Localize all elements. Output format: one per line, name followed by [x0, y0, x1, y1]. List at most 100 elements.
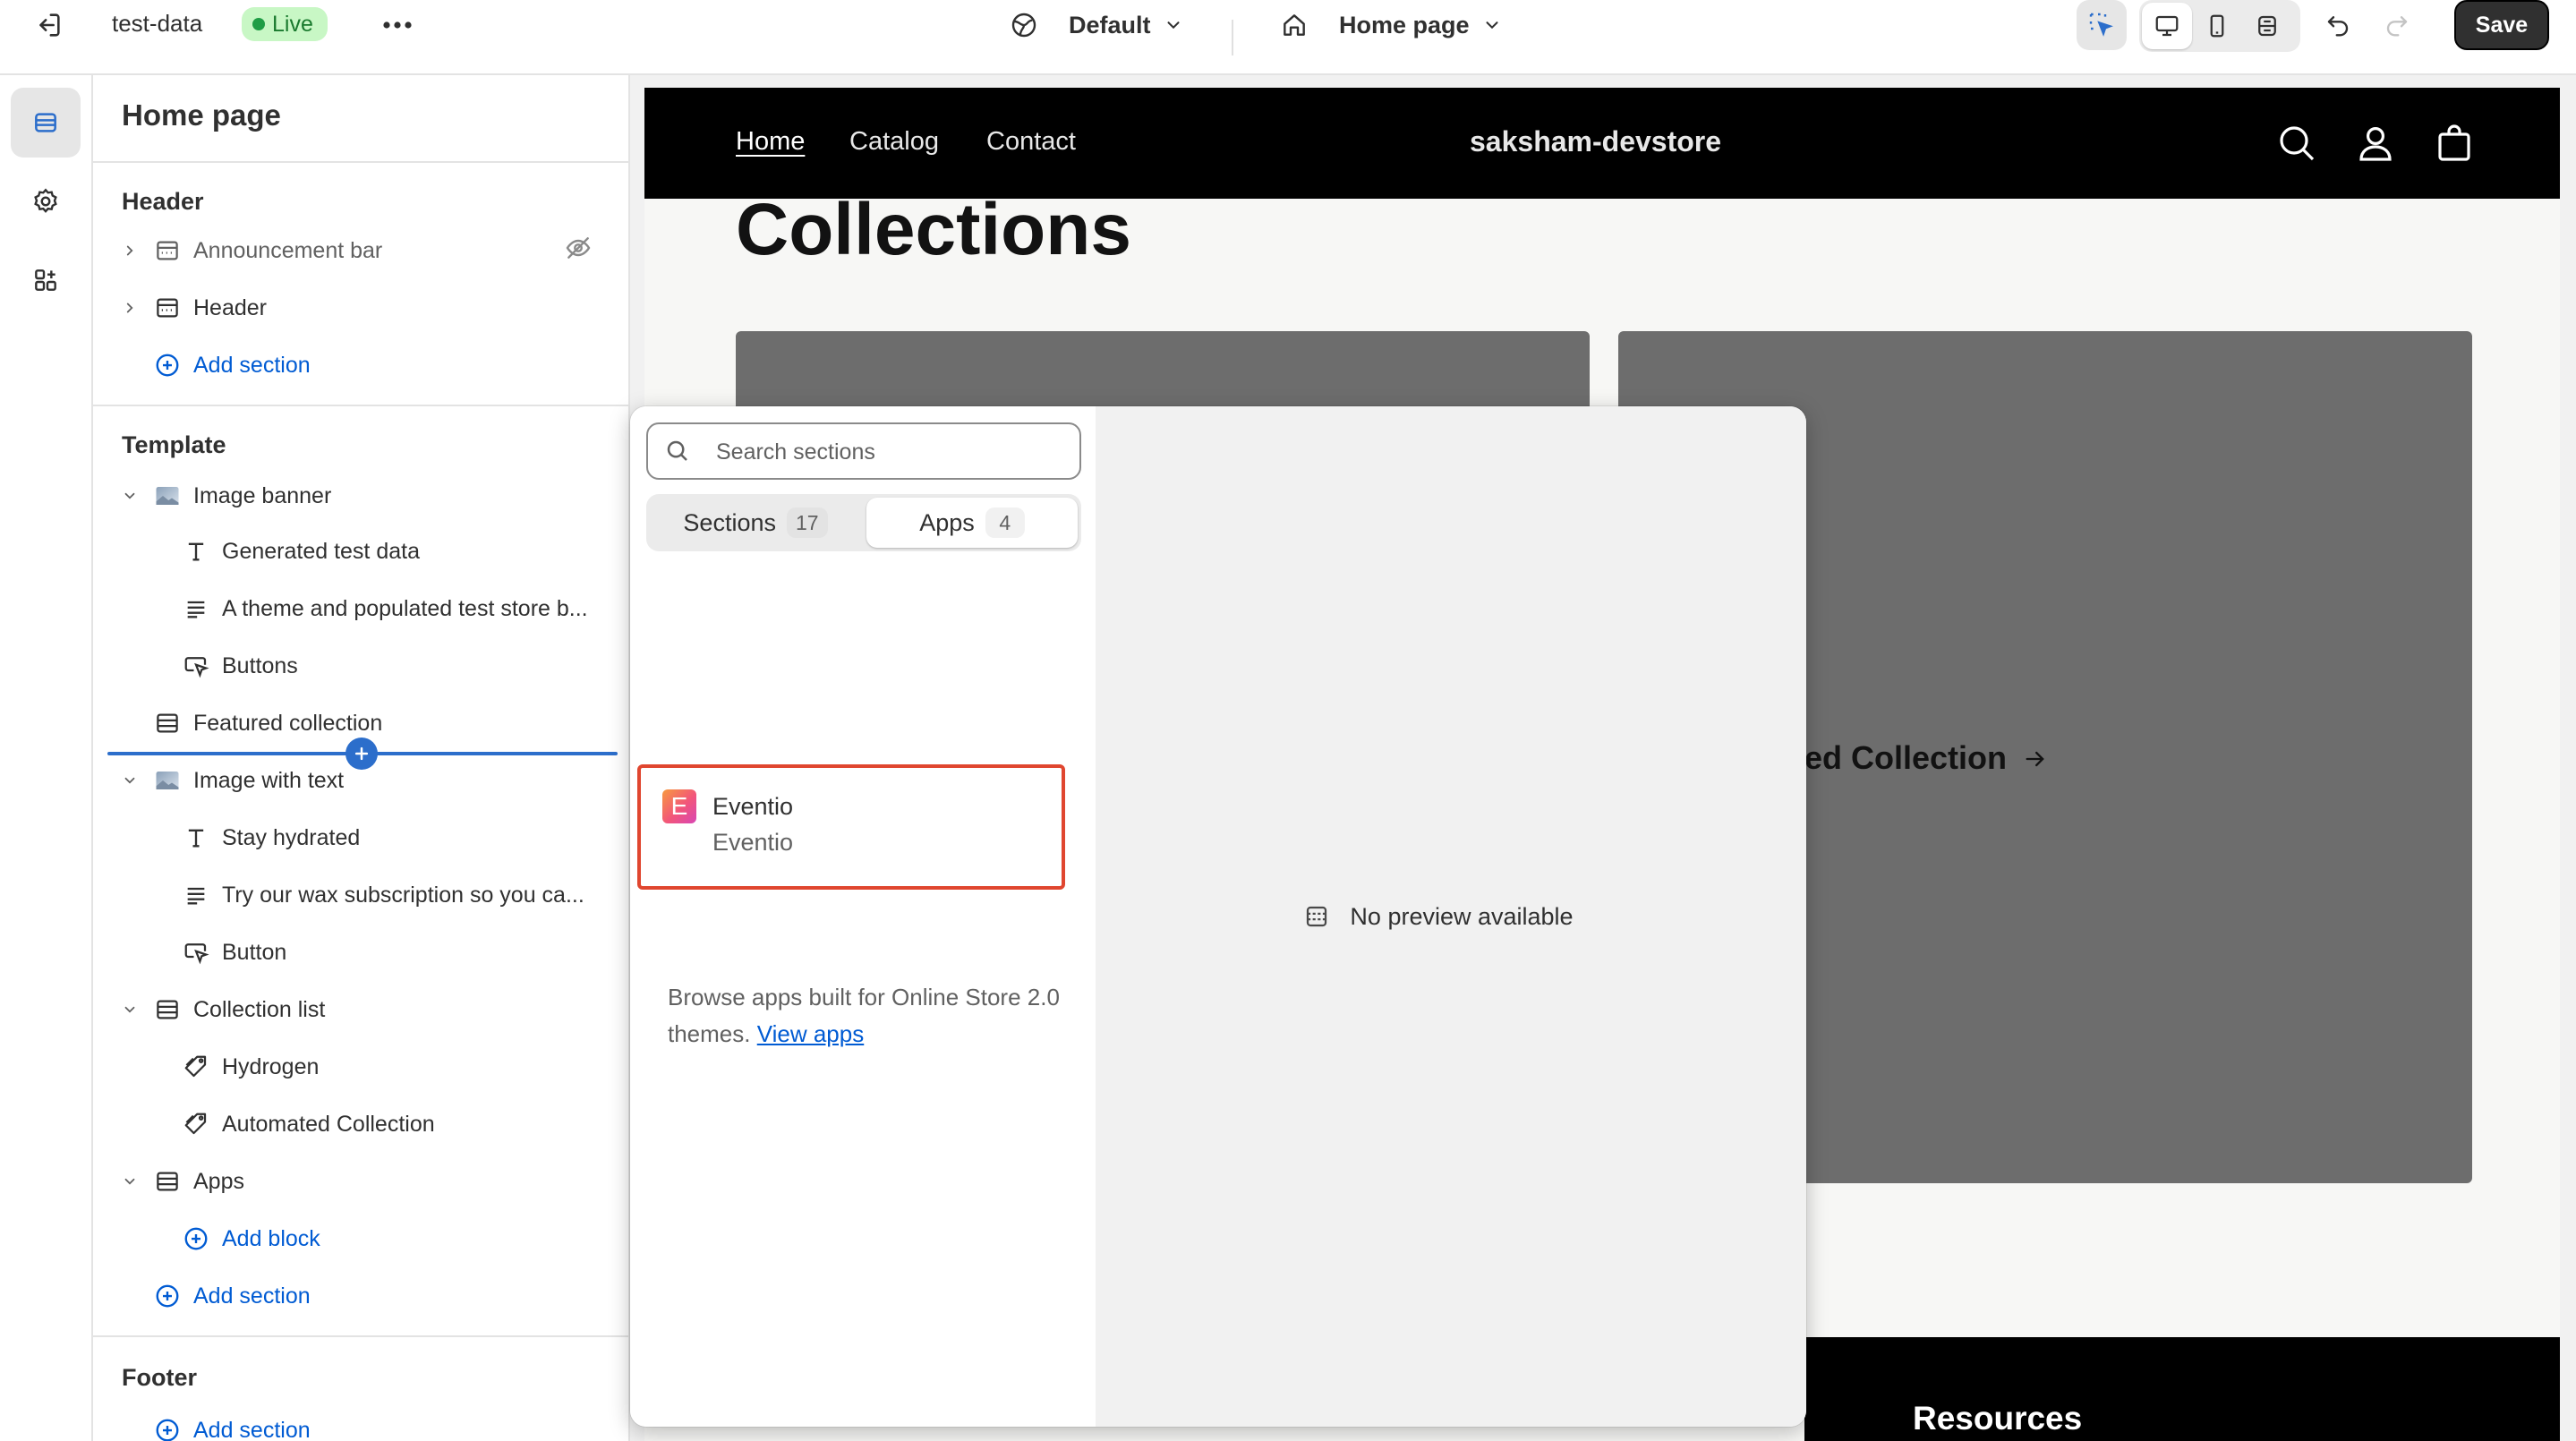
- browse-apps-text: Browse apps built for Online Store 2.0 t…: [668, 979, 1070, 1053]
- add-section-footer-button[interactable]: Add section: [93, 1405, 628, 1441]
- sidebar-divider: [93, 1335, 628, 1337]
- add-block-label: Add block: [222, 1225, 320, 1251]
- page-dropdown[interactable]: Home page: [1280, 7, 1502, 43]
- exit-button[interactable]: [23, 0, 73, 50]
- block-label: Hydrogen: [222, 1053, 320, 1079]
- sidebar-item-apps[interactable]: Apps: [93, 1156, 628, 1207]
- nav-link-contact[interactable]: Contact: [986, 127, 1076, 157]
- sidebar-item-image-with-text[interactable]: Image with text: [93, 755, 628, 806]
- block-item-text[interactable]: Try our wax subscription so you ca...: [93, 870, 628, 920]
- chevron-down-icon[interactable]: [120, 1172, 140, 1191]
- eventio-logo-icon: E: [662, 789, 696, 823]
- search-sections-field[interactable]: [646, 422, 1081, 480]
- header-group-heading: Header: [122, 188, 204, 215]
- tab-label: Apps: [919, 508, 975, 536]
- chevron-down-icon[interactable]: [120, 486, 140, 506]
- nav-link-catalog[interactable]: Catalog: [849, 127, 939, 157]
- home-icon: [1284, 14, 1305, 36]
- view-apps-link[interactable]: View apps: [757, 1020, 865, 1047]
- sections-sidebar: Home page Header Announcement bar Header…: [93, 75, 630, 1441]
- plus-circle-icon: [181, 1224, 211, 1254]
- inspector-toggle-button[interactable]: [2077, 0, 2127, 50]
- search-icon: [667, 440, 687, 461]
- sidebar-item-header[interactable]: Header: [93, 283, 628, 333]
- block-item-text[interactable]: A theme and populated test store b...: [93, 584, 628, 634]
- apps-icon: [35, 269, 56, 291]
- globe-icon: [1011, 13, 1036, 38]
- nav-link-home[interactable]: Home: [736, 127, 805, 157]
- undo-button[interactable]: [2313, 0, 2363, 50]
- arrow-right-icon: [2026, 751, 2044, 767]
- desktop-view-button[interactable]: [2142, 3, 2192, 49]
- save-button[interactable]: Save: [2454, 0, 2549, 50]
- block-item-collection[interactable]: Automated Collection: [93, 1099, 628, 1149]
- block-item-buttons[interactable]: Buttons: [93, 641, 628, 691]
- sections-nav-button[interactable]: [11, 88, 81, 158]
- add-section-label: Add section: [193, 352, 311, 378]
- collection-card-label[interactable]: ed Collection: [1804, 739, 2048, 777]
- block-item-heading[interactable]: Generated test data: [93, 526, 628, 576]
- block-item-collection[interactable]: Hydrogen: [93, 1042, 628, 1092]
- top-bar: test-data Live Default Home page Save: [0, 0, 2576, 75]
- add-block-button[interactable]: Add block: [93, 1214, 628, 1264]
- chevron-right-icon[interactable]: [120, 298, 140, 318]
- theme-editor: test-data Live Default Home page Save Ho…: [0, 0, 2576, 1441]
- sidebar-item-image-banner[interactable]: Image banner: [93, 471, 628, 521]
- button-cursor-icon: [181, 651, 211, 681]
- fullscreen-view-button[interactable]: [2242, 3, 2292, 49]
- store-logo[interactable]: saksham-devstore: [1470, 125, 1721, 158]
- chevron-down-icon: [1167, 21, 1180, 30]
- redo-button[interactable]: [2372, 0, 2422, 50]
- plus-circle-icon: [152, 1415, 183, 1441]
- search-input[interactable]: [716, 437, 1065, 467]
- collections-heading: Collections: [736, 189, 1131, 270]
- block-item-heading[interactable]: Stay hydrated: [93, 813, 628, 863]
- theme-settings-nav-button[interactable]: [11, 166, 81, 236]
- add-section-label: Add section: [193, 1417, 311, 1441]
- text-heading-icon: [181, 823, 211, 853]
- theme-dropdown[interactable]: Default: [1010, 7, 1183, 43]
- no-preview-label: No preview available: [1350, 902, 1574, 930]
- tab-count-badge: 17: [786, 507, 828, 538]
- section-icon: [152, 708, 183, 738]
- chevron-right-icon[interactable]: [120, 241, 140, 260]
- device-switcher: [2139, 0, 2300, 52]
- theme-dropdown-label: Default: [1069, 11, 1151, 38]
- cart-icon[interactable]: [2433, 122, 2476, 165]
- mobile-view-button[interactable]: [2192, 3, 2242, 49]
- sidebar-divider: [93, 405, 628, 406]
- sidebar-item-label: Image with text: [193, 767, 345, 793]
- app-block-eventio[interactable]: E Eventio Eventio: [637, 764, 1065, 890]
- section-preview-pane: No preview available: [1096, 406, 1806, 1427]
- sidebar-item-collection-list[interactable]: Collection list: [93, 985, 628, 1035]
- text-heading-icon: [181, 536, 211, 567]
- search-icon[interactable]: [2275, 122, 2318, 165]
- redo-icon: [2386, 16, 2408, 37]
- plus-circle-icon: [152, 350, 183, 380]
- hidden-eye-icon[interactable]: [564, 234, 593, 269]
- chevron-down-icon[interactable]: [120, 771, 140, 790]
- fullscreen-icon: [2258, 15, 2276, 37]
- app-embeds-nav-button[interactable]: [11, 245, 81, 315]
- sidebar-item-announcement-bar[interactable]: Announcement bar: [93, 226, 628, 276]
- section-icon: [152, 994, 183, 1025]
- tab-apps[interactable]: Apps 4: [866, 498, 1078, 548]
- app-block-subtitle: Eventio: [712, 829, 794, 856]
- more-actions-button[interactable]: [372, 0, 422, 50]
- section-icon: [1307, 906, 1327, 927]
- template-group-heading: Template: [122, 431, 226, 458]
- tag-icon: [181, 1052, 211, 1082]
- block-label: Button: [222, 939, 287, 965]
- add-section-header-button[interactable]: Add section: [93, 340, 628, 390]
- block-label: Generated test data: [222, 538, 420, 564]
- add-section-popover: Sections 17 Apps 4 E Eventio Eventio Bro…: [630, 406, 1806, 1427]
- toolbar-divider: [1232, 20, 1233, 55]
- image-icon: [152, 481, 183, 511]
- add-section-template-button[interactable]: Add section: [93, 1271, 628, 1321]
- picker-tabs: Sections 17 Apps 4: [646, 494, 1081, 551]
- block-item-button[interactable]: Button: [93, 927, 628, 977]
- footer-group-heading: Footer: [122, 1364, 197, 1391]
- chevron-down-icon[interactable]: [120, 1000, 140, 1019]
- account-icon[interactable]: [2354, 122, 2397, 165]
- tab-sections[interactable]: Sections 17: [650, 498, 861, 548]
